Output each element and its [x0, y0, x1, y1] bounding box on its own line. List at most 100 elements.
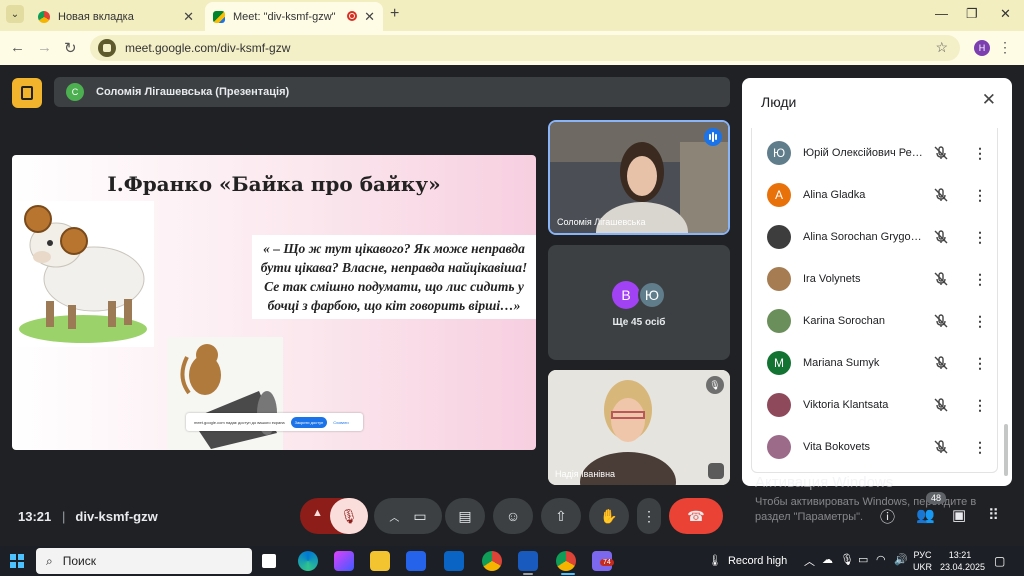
close-icon[interactable]: ✕	[982, 90, 996, 110]
meeting-details-icon[interactable]: ⓘ	[880, 506, 895, 527]
participant-row[interactable]: Karina Sorochan ⋮	[752, 300, 999, 342]
meet-icon	[213, 10, 225, 23]
participant-row[interactable]: Alina Sorochan Grygore... ⋮	[752, 216, 999, 258]
bookmark-star-icon[interactable]: ☆	[935, 39, 948, 56]
participant-avatar: В	[612, 281, 640, 309]
tab-new-tab[interactable]: Новая вкладка ✕	[30, 2, 202, 31]
participant-row[interactable]: Ira Volynets ⋮	[752, 258, 999, 300]
more-vert-icon[interactable]: ⋮	[973, 355, 987, 372]
more-vert-icon[interactable]: ⋮	[973, 439, 987, 456]
hide-banner-button[interactable]: Сховати	[333, 420, 348, 425]
participant-row[interactable]: A Alina Gladka ⋮	[752, 174, 999, 216]
people-icon[interactable]: 👥	[916, 506, 935, 524]
outlook-icon[interactable]	[444, 551, 464, 571]
mic-off-icon	[933, 355, 949, 371]
browser-menu-icon[interactable]: ⋮	[998, 39, 1012, 56]
site-info-icon[interactable]	[98, 39, 116, 57]
more-vert-icon[interactable]: ⋮	[973, 397, 987, 414]
mic-off-button[interactable]: 🎙	[330, 498, 368, 534]
video-tile-second-speaker[interactable]: 🎙 Надія Іванівна	[548, 370, 730, 485]
back-icon[interactable]: ←	[10, 39, 25, 56]
task-view-icon[interactable]	[262, 554, 276, 568]
close-icon[interactable]: ✕	[364, 9, 375, 25]
minimize-icon[interactable]: —	[935, 6, 948, 21]
clock-date: 23.04.2025	[940, 562, 986, 572]
reactions-button[interactable]: ☺	[493, 498, 533, 534]
participant-avatar: M	[767, 351, 791, 375]
chrome-icon[interactable]	[482, 551, 502, 571]
chevron-up-icon[interactable]: ︿	[804, 553, 815, 569]
more-vert-icon[interactable]: ⋮	[973, 145, 987, 162]
chevron-up-icon[interactable]: ▲	[312, 507, 323, 519]
tab-meet[interactable]: Meet: "div-ksmf-gzw" ✕	[205, 2, 383, 31]
participant-row[interactable]: Viktoria Klantsata ⋮	[752, 384, 999, 426]
address-toolbar: ← → ↻ meet.google.com/div-ksmf-gzw ☆ H ⋮	[0, 31, 1024, 65]
participant-row[interactable]: Vita Bokovets ⋮	[752, 426, 999, 468]
slide-title: І.Франко «Байка про байку»	[107, 172, 441, 196]
participant-avatar: Ю	[638, 281, 666, 309]
active-indicator	[523, 573, 533, 575]
reload-icon[interactable]: ↻	[64, 39, 77, 57]
more-vert-icon[interactable]: ⋮	[973, 187, 987, 204]
more-options-button[interactable]: ⋮	[637, 498, 661, 534]
participant-row[interactable]: Ю Юрій Олексійович Рев... ⋮	[752, 132, 999, 174]
window-close-icon[interactable]: ✕	[1000, 6, 1011, 22]
copilot-icon[interactable]	[334, 551, 354, 571]
participant-avatar	[767, 393, 791, 417]
raise-hand-button[interactable]: ✋	[589, 498, 629, 534]
participant-name: Viktoria Klantsata	[803, 399, 889, 411]
present-button[interactable]: ⇧	[541, 498, 581, 534]
chevron-up-icon[interactable]: ︿	[389, 509, 399, 524]
edge-icon[interactable]	[298, 551, 318, 571]
hang-up-icon: ☎	[687, 507, 705, 524]
camera-control[interactable]: ︿ ▭	[374, 498, 442, 534]
restore-icon[interactable]: ❐	[966, 6, 978, 22]
wifi-icon[interactable]: ◠	[876, 553, 886, 566]
taskbar-search[interactable]: ⌕ Поиск	[36, 548, 252, 574]
mic-off-icon	[933, 313, 949, 329]
participant-name: Alina Gladka	[803, 189, 866, 201]
activities-icon[interactable]: ⠿	[988, 506, 999, 524]
chat-icon[interactable]: ▣	[952, 506, 966, 524]
file-explorer-icon[interactable]	[370, 551, 390, 571]
meeting-info-button[interactable]	[12, 78, 42, 108]
tab-search-button[interactable]: ⌄	[6, 5, 24, 23]
more-vert-icon[interactable]: ⋮	[973, 229, 987, 246]
language-line: РУС	[913, 550, 932, 560]
presenter-avatar: С	[66, 83, 84, 101]
participant-avatar	[767, 225, 791, 249]
store-icon[interactable]	[406, 551, 426, 571]
pin-icon[interactable]	[708, 463, 724, 479]
cloud-icon[interactable]: ☁	[822, 553, 833, 566]
participant-name: Соломія Лігашевська	[557, 217, 646, 227]
system-clock[interactable]: 13:21 23.04.2025	[940, 549, 986, 573]
windows-taskbar: ⌕ Поиск 74 Record high ︿ ☁ 🎙 ▭ ◠ 🔊 РУС U…	[0, 546, 1024, 576]
leave-call-button[interactable]: ☎	[669, 498, 723, 534]
chrome-profile-icon[interactable]	[556, 551, 576, 571]
omnibox[interactable]: meet.google.com/div-ksmf-gzw	[90, 35, 960, 61]
word-icon[interactable]	[518, 551, 538, 571]
captions-button[interactable]: ▤	[445, 498, 485, 534]
profile-avatar[interactable]: H	[974, 40, 990, 56]
more-vert-icon[interactable]: ⋮	[973, 313, 987, 330]
participant-avatar: A	[767, 183, 791, 207]
new-tab-button[interactable]: +	[390, 5, 399, 23]
video-tile-main-speaker[interactable]: Соломія Лігашевська	[548, 120, 730, 235]
battery-icon[interactable]: ▭	[858, 553, 868, 566]
participant-row[interactable]: M Mariana Sumyk ⋮	[752, 342, 999, 384]
weather-widget[interactable]: Record high	[708, 554, 787, 567]
video-tile-others[interactable]: В Ю Ще 45 осіб	[548, 245, 730, 360]
share-banner-text: meet.google.com надає доступ до вашого е…	[194, 419, 285, 425]
forward-icon[interactable]: →	[37, 39, 52, 56]
search-icon: ⌕	[46, 553, 53, 568]
input-language[interactable]: РУС UKR	[913, 549, 932, 573]
close-icon[interactable]: ✕	[183, 9, 194, 25]
notifications-icon[interactable]: ▢	[994, 554, 1005, 568]
more-vert-icon[interactable]: ⋮	[973, 271, 987, 288]
volume-icon[interactable]: 🔊	[894, 553, 908, 566]
stop-sharing-button[interactable]: Закрити доступ	[290, 416, 328, 428]
microphone-icon[interactable]: 🎙	[840, 553, 854, 566]
participant-name: Надія Іванівна	[555, 469, 616, 479]
windows-start-button[interactable]	[10, 554, 24, 568]
scrollbar[interactable]	[1004, 424, 1008, 476]
